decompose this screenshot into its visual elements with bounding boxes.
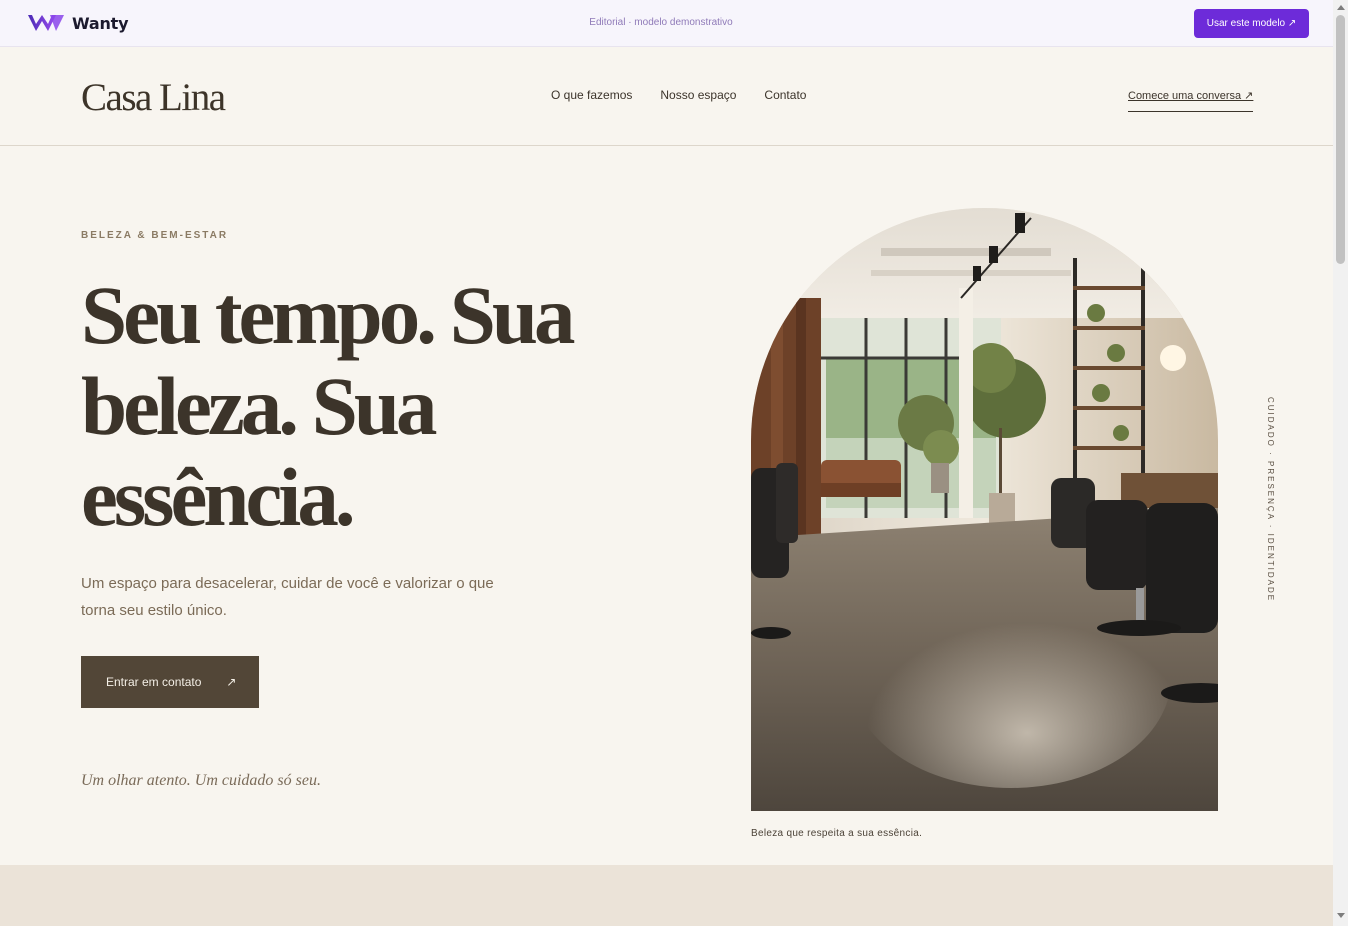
next-section-band — [0, 865, 1333, 926]
scroll-up-arrow-icon[interactable] — [1337, 5, 1345, 10]
hero-tagline: Um olhar atento. Um cuidado só seu. — [81, 772, 321, 789]
salon-illustration — [751, 208, 1218, 811]
hero-lead: Um espaço para desacelerar, cuidar de vo… — [81, 575, 494, 619]
hero-eyebrow: BELEZA & BEM-ESTAR — [81, 230, 229, 241]
start-conversation-link[interactable]: Comece uma conversa ↗ — [1128, 89, 1254, 112]
salon-image — [751, 208, 1218, 811]
scroll-down-arrow-icon[interactable] — [1337, 913, 1345, 918]
top-bar: Wanty Editorial · modelo demonstrativo U… — [0, 0, 1333, 47]
scroll-thumb[interactable] — [1336, 15, 1345, 264]
template-label: Editorial · modelo demonstrativo — [589, 17, 733, 28]
page-scrollbar[interactable] — [1333, 0, 1348, 926]
headline-line-1: Seu tempo. Sua — [81, 269, 576, 361]
nav-contact[interactable]: Contato — [764, 88, 806, 102]
use-template-button[interactable]: Usar este modelo ↗ — [1194, 9, 1309, 38]
arrow-up-right-icon: ↗ — [226, 675, 237, 689]
site-header: Casa Lina O que fazemos Nosso espaço Con… — [0, 47, 1333, 146]
contact-button[interactable]: Entrar em contato ↗ — [81, 656, 259, 708]
main-nav: O que fazemos Nosso espaço Contato — [551, 88, 806, 102]
headline-line-3: essência. — [81, 451, 356, 543]
headline-line-2: beleza. Sua — [81, 360, 438, 452]
contact-button-label: Entrar em contato — [106, 675, 202, 689]
vertical-tagline: CUIDADO · PRESENÇA · IDENTIDADE — [1266, 397, 1275, 603]
hero-headline: Seu tempo. Sua beleza. Sua essência. — [81, 270, 641, 543]
image-caption: Beleza que respeita a sua essência. — [751, 828, 923, 839]
nav-what-we-do[interactable]: O que fazemos — [551, 88, 632, 102]
nav-our-space[interactable]: Nosso espaço — [660, 88, 736, 102]
site-logo[interactable]: Casa Lina — [81, 75, 226, 120]
